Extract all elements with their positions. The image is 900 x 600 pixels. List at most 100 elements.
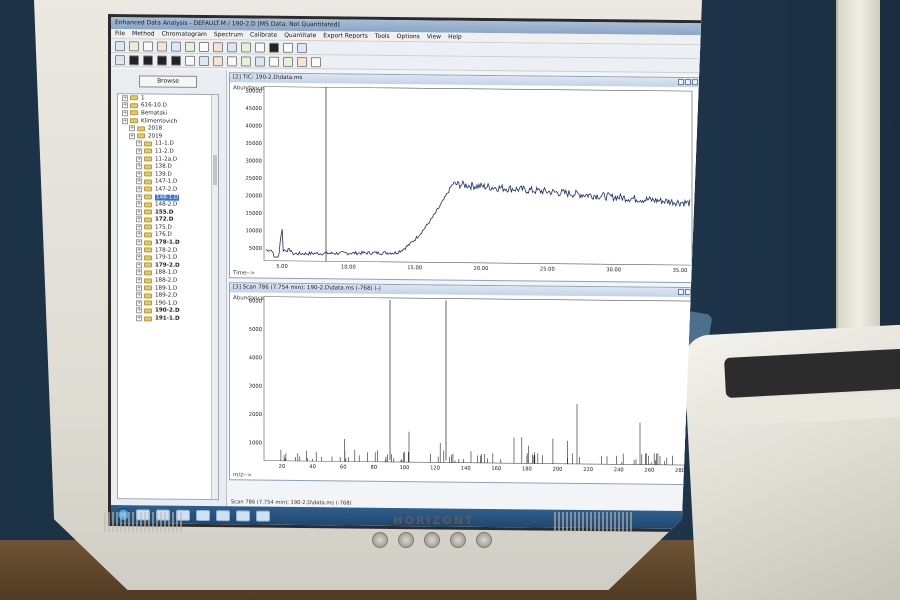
expand-icon[interactable]: + (136, 231, 142, 238)
browse-button[interactable]: Browse (139, 75, 197, 88)
tree-scrollbar[interactable] (211, 95, 218, 500)
help-icon[interactable] (311, 57, 321, 68)
stop-icon[interactable] (297, 56, 307, 68)
sim-icon[interactable] (157, 55, 167, 66)
expand-icon[interactable]: + (136, 277, 142, 284)
tic-icon[interactable] (129, 55, 139, 66)
baseline-icon[interactable] (269, 56, 279, 67)
scrollbar-thumb[interactable] (213, 155, 217, 186)
print-icon[interactable] (143, 41, 153, 52)
expand-icon[interactable]: + (129, 132, 135, 140)
word-icon[interactable] (236, 509, 250, 521)
home-icon[interactable] (241, 56, 251, 67)
overlay-icon[interactable] (297, 42, 307, 54)
expand-icon[interactable]: + (129, 125, 135, 132)
menu-item-spectrum[interactable]: Spectrum (214, 31, 243, 38)
folder-icon (144, 156, 152, 162)
monitor-down-button[interactable] (398, 532, 414, 548)
annotate-icon[interactable] (283, 56, 293, 67)
menu-item-tools[interactable]: Tools (375, 33, 390, 40)
expand-icon[interactable]: + (136, 201, 142, 208)
open-icon[interactable] (115, 41, 125, 52)
subtract-icon[interactable] (199, 55, 209, 67)
menu-item-quantitate[interactable]: Quantitate (284, 32, 316, 39)
save-icon[interactable] (129, 41, 139, 52)
menu-item-export-reports[interactable]: Export Reports (323, 32, 368, 39)
menu-item-chromatogram[interactable]: Chromatogram (162, 31, 207, 38)
menu-item-help[interactable]: Help (448, 34, 462, 41)
expand-icon[interactable]: + (136, 140, 142, 147)
expand-icon[interactable]: + (136, 315, 142, 322)
monitor-up-button[interactable] (424, 532, 440, 548)
expand-icon[interactable]: + (136, 186, 142, 193)
media-icon[interactable] (216, 509, 230, 521)
average-icon[interactable] (227, 56, 237, 67)
integrate-icon[interactable] (171, 41, 181, 52)
tic-plot[interactable]: Abundance Time--> 5000045000400003500030… (230, 82, 700, 282)
menu-item-view[interactable]: View (427, 33, 441, 40)
menu-item-method[interactable]: Method (132, 30, 155, 37)
maximize-icon[interactable] (685, 79, 691, 86)
check-icon[interactable] (185, 55, 195, 66)
folder-icon (144, 262, 152, 268)
menu-item-calibrate[interactable]: Calibrate (250, 31, 277, 38)
monitor-auto-button[interactable] (450, 532, 466, 548)
expand-icon[interactable]: + (136, 178, 142, 185)
expand-icon[interactable]: + (122, 110, 128, 117)
spectrum-icon[interactable] (269, 42, 279, 53)
expand-icon[interactable]: + (136, 307, 142, 314)
expand-icon[interactable]: + (136, 269, 142, 276)
expand-icon[interactable]: + (136, 300, 142, 307)
expand-icon[interactable]: + (136, 208, 142, 216)
folder-icon (144, 141, 152, 147)
expand-icon[interactable]: + (136, 246, 142, 254)
tree-item-label: 178-1.D (155, 239, 180, 246)
browser-icon[interactable] (196, 509, 210, 521)
folder-icon (144, 315, 152, 321)
expand-icon[interactable]: + (136, 171, 142, 178)
eic-icon[interactable] (143, 55, 153, 66)
expand-icon[interactable]: + (136, 155, 142, 162)
tune-icon[interactable] (255, 56, 265, 67)
close-icon[interactable] (692, 79, 698, 86)
expand-icon[interactable]: + (136, 254, 142, 261)
expand-icon[interactable]: + (122, 102, 128, 109)
method-icon[interactable] (157, 41, 167, 52)
quant-icon[interactable] (227, 42, 237, 53)
spectrum-x-tick: 80 (371, 465, 378, 471)
expand-icon[interactable]: + (136, 292, 142, 299)
spectrum-plot[interactable]: Abundance m/z--> 60005000400030002000100… (230, 292, 700, 484)
expand-icon[interactable]: + (136, 193, 142, 200)
expand-icon[interactable]: + (122, 117, 128, 124)
expand-icon[interactable]: + (136, 163, 142, 170)
export-icon[interactable] (241, 42, 251, 53)
menu-item-file[interactable]: File (115, 30, 125, 37)
folder-icon (144, 239, 152, 246)
scan-icon[interactable] (171, 55, 181, 66)
calibrate-icon[interactable] (213, 42, 223, 53)
library-icon[interactable] (185, 41, 195, 52)
app-icon[interactable] (256, 510, 270, 522)
expand-icon[interactable]: + (136, 284, 142, 291)
monitor-power-button[interactable] (476, 532, 492, 548)
search-icon[interactable] (213, 56, 223, 67)
folder-icon (137, 125, 145, 132)
expand-icon[interactable]: + (136, 262, 142, 269)
minimize-icon[interactable] (678, 288, 684, 296)
spectrum-y-tick: 2000 (249, 412, 262, 418)
zoom-icon[interactable] (255, 42, 265, 53)
peak-icon[interactable] (283, 42, 293, 53)
menu-item-options[interactable]: Options (397, 33, 420, 40)
expand-icon[interactable]: + (136, 224, 142, 231)
chrom-icon[interactable] (115, 55, 125, 66)
expand-icon[interactable]: + (122, 94, 128, 102)
minimize-icon[interactable] (678, 78, 684, 86)
monitor-menu-button[interactable] (372, 532, 388, 548)
report-icon[interactable] (199, 41, 209, 53)
tree-item[interactable]: +191-1.D (118, 314, 218, 323)
expand-icon[interactable]: + (136, 148, 142, 155)
expand-icon[interactable]: + (136, 239, 142, 246)
spectrum-x-tick: 100 (400, 465, 410, 471)
maximize-icon[interactable] (685, 289, 691, 296)
expand-icon[interactable]: + (136, 216, 142, 223)
